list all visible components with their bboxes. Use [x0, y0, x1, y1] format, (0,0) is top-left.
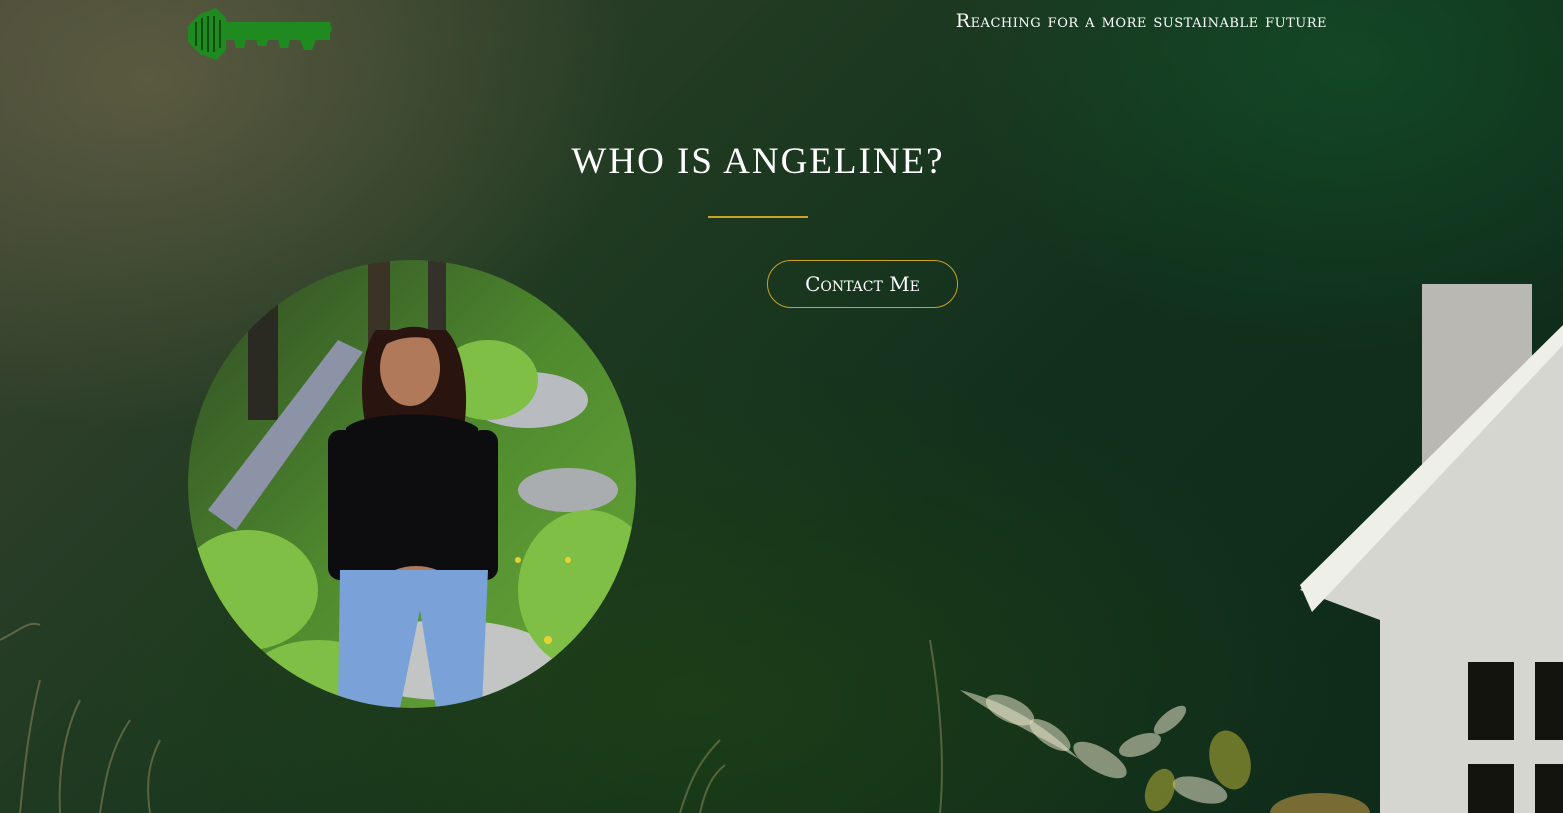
- header-tagline: Reaching for a more sustainable future: [955, 10, 1327, 32]
- profile-photo: [188, 260, 636, 708]
- company-logo[interactable]: [186, 8, 332, 60]
- leaf-illustration: [960, 690, 1228, 804]
- house-illustration: [1300, 284, 1563, 813]
- page-title: WHO IS ANGELINE?: [571, 141, 945, 182]
- key-logo-icon: [188, 8, 332, 60]
- title-divider: [708, 216, 808, 218]
- contact-me-button[interactable]: Contact Me: [767, 260, 958, 308]
